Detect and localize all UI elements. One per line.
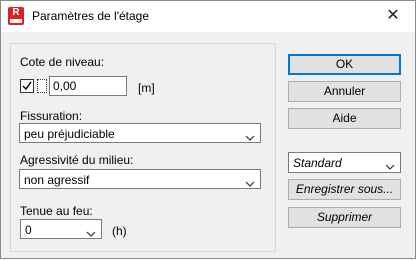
fissuration-select[interactable]: peu préjudiciable — [19, 123, 261, 143]
cote-checkbox[interactable] — [20, 79, 34, 93]
chevron-down-icon — [385, 159, 395, 173]
tenue-unit: (h) — [112, 224, 127, 238]
cote-input[interactable]: 0,00 — [49, 76, 127, 96]
tenue-value: 0 — [25, 223, 32, 237]
dialog-title: Paramètres de l'étage — [32, 9, 150, 23]
cote-unit: [m] — [138, 81, 155, 95]
chevron-down-icon — [245, 176, 255, 190]
chevron-down-icon — [245, 130, 255, 144]
tenue-select[interactable]: 0 — [20, 219, 102, 239]
standard-value: Standard — [293, 156, 342, 170]
agressivite-value: non agressif — [24, 173, 90, 187]
cote-focus-checkbox[interactable] — [37, 79, 47, 93]
ok-button[interactable]: OK — [288, 54, 401, 75]
cote-label: Cote de niveau: — [20, 55, 105, 69]
dialog-window: R Paramètres de l'étage ✕ Cote de niveau… — [0, 0, 416, 259]
fissuration-label: Fissuration: — [20, 109, 83, 123]
enregistrer-sous-button[interactable]: Enregistrer sous... — [288, 179, 401, 200]
close-icon[interactable]: ✕ — [371, 1, 415, 31]
agressivite-label: Agressivité du milieu: — [20, 153, 134, 167]
tenue-label: Tenue au feu: — [20, 204, 93, 218]
aide-button[interactable]: Aide — [288, 108, 401, 129]
title-bar: R Paramètres de l'étage ✕ — [1, 1, 415, 32]
agressivite-select[interactable]: non agressif — [19, 169, 261, 189]
chevron-down-icon — [86, 226, 96, 240]
app-icon-letter: R — [12, 7, 20, 18]
app-icon: R — [8, 7, 24, 25]
fissuration-value: peu préjudiciable — [24, 127, 115, 141]
supprimer-button[interactable]: Supprimer — [288, 207, 401, 228]
annuler-button[interactable]: Annuler — [288, 81, 401, 102]
standard-select[interactable]: Standard — [288, 152, 401, 173]
